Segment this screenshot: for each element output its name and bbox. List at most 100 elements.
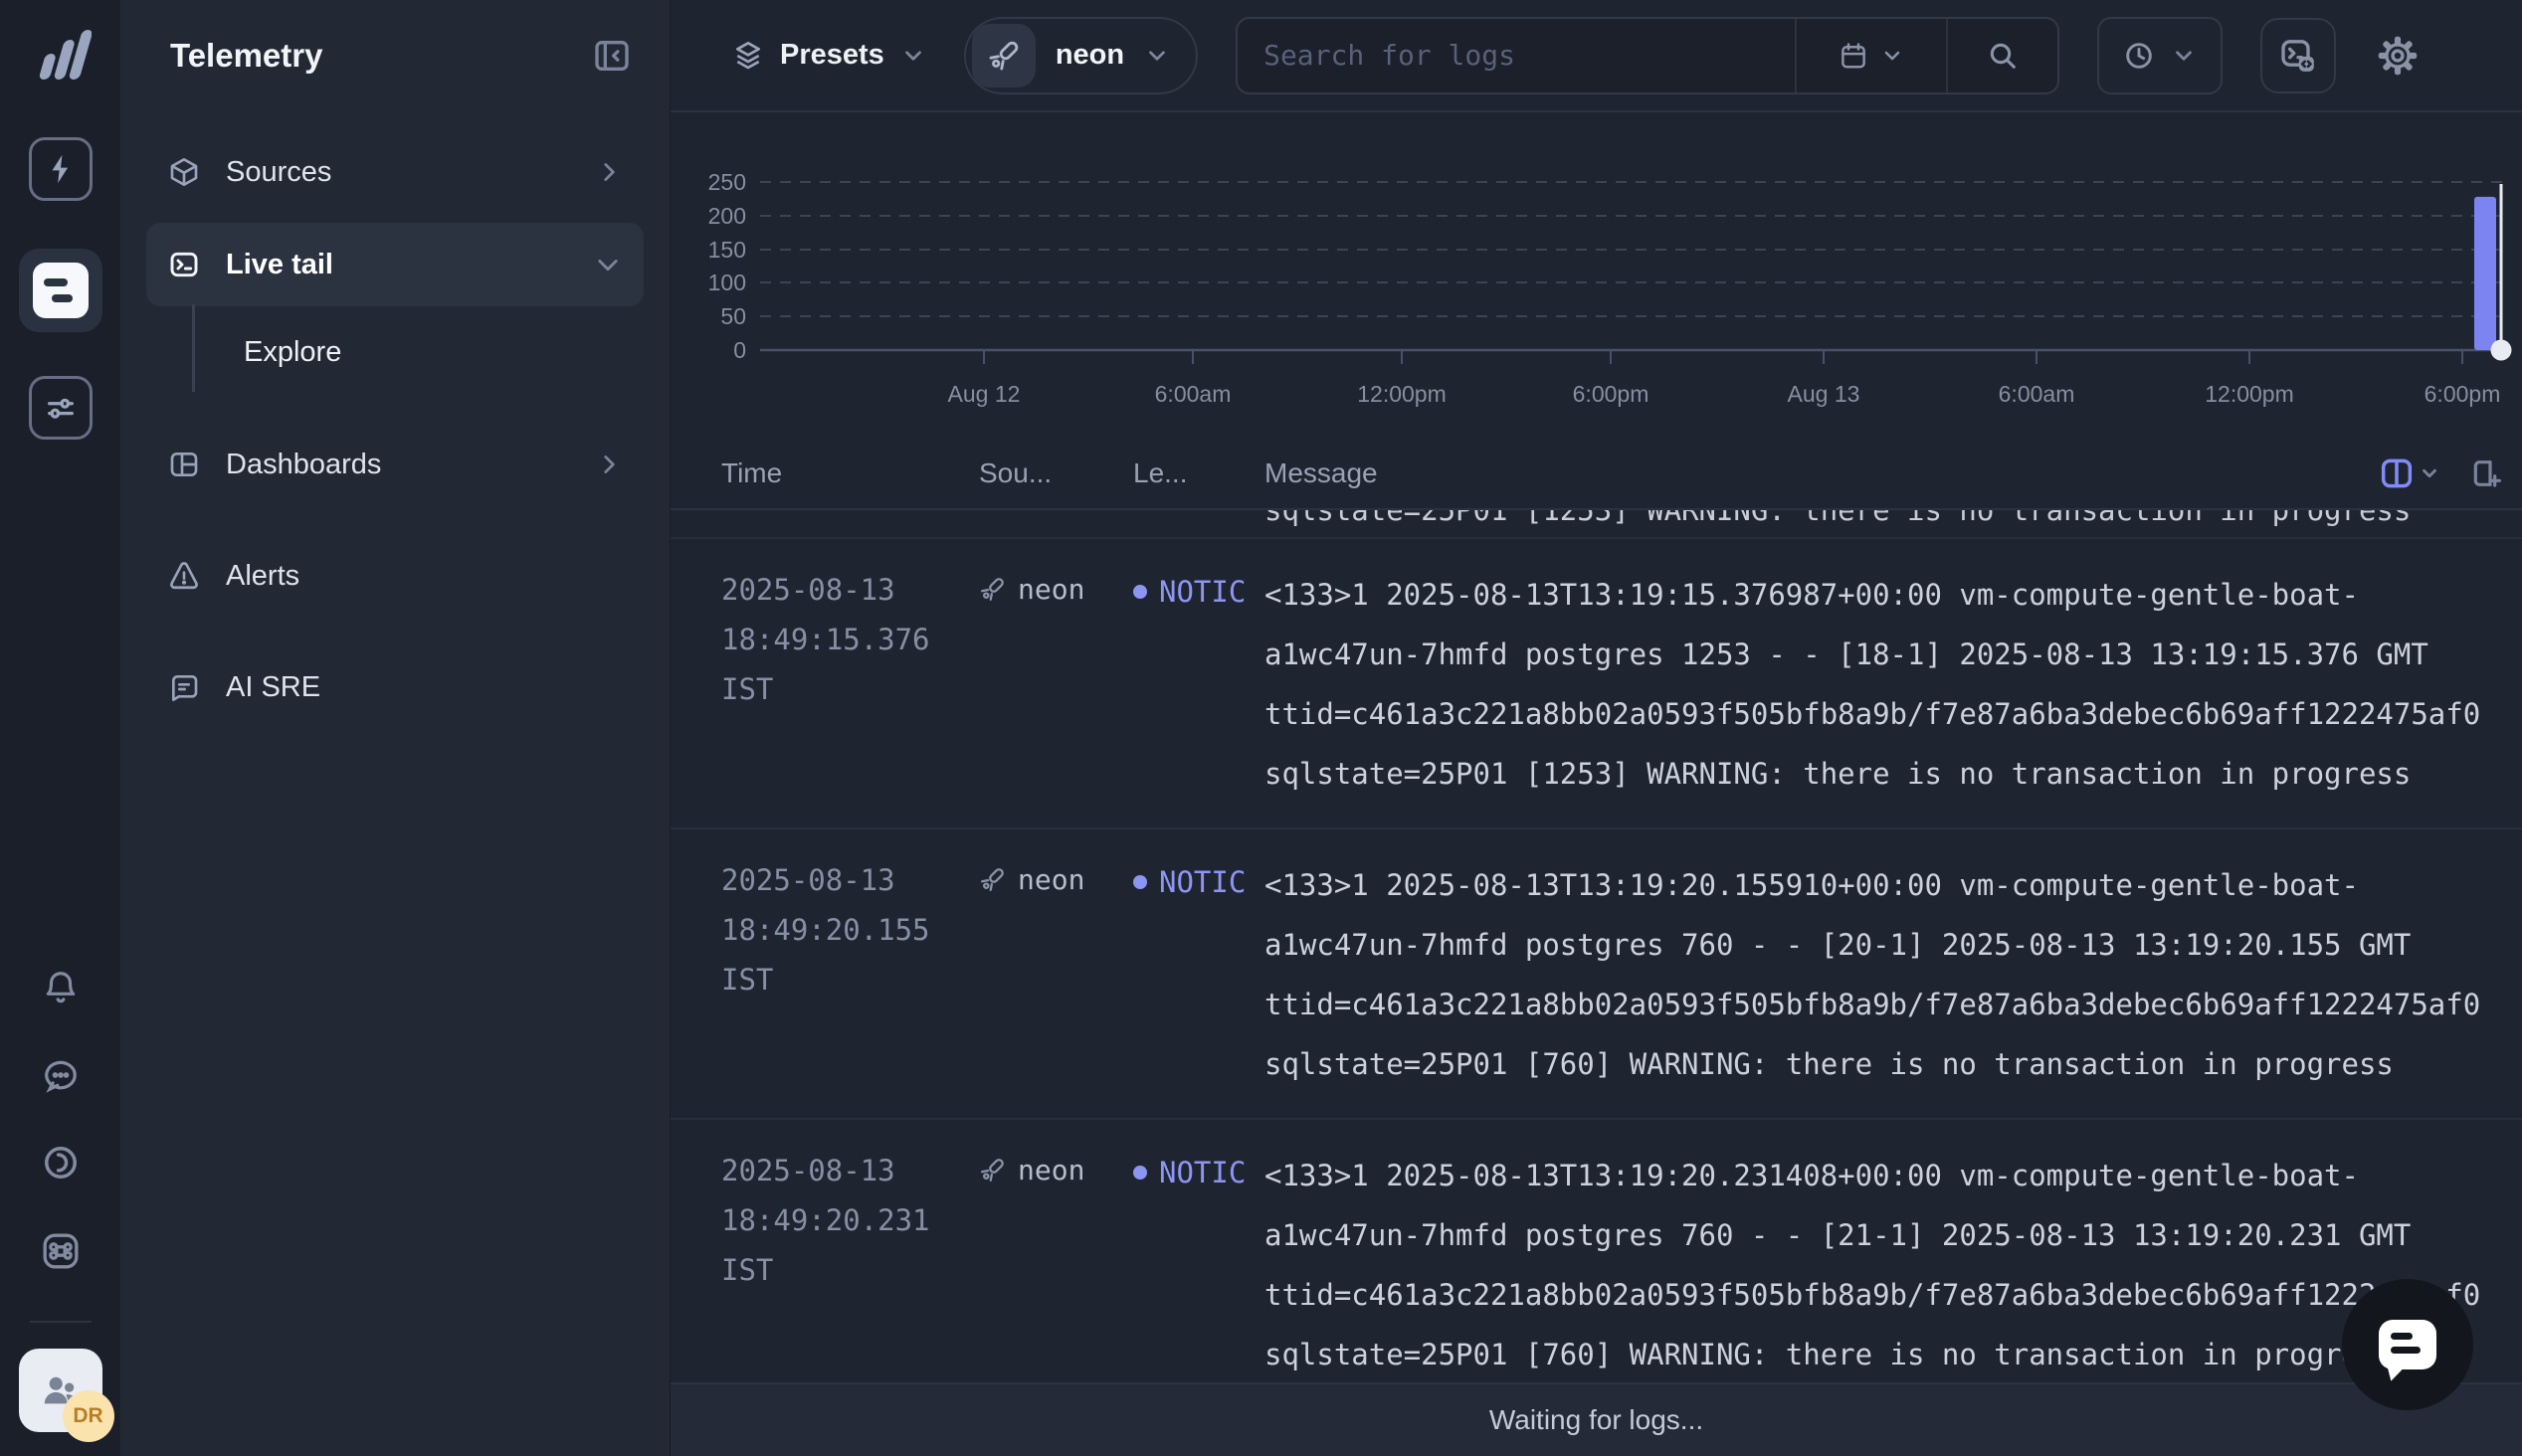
main-content: Presets neon	[671, 0, 2522, 1456]
sidebar-item-alerts[interactable]: Alerts	[146, 539, 644, 613]
notifications-bell-icon[interactable]	[42, 969, 80, 1006]
column-layout-button[interactable]	[2381, 458, 2440, 488]
sidebar-subitem-label: Explore	[244, 336, 341, 369]
sidebar-item-dashboards[interactable]: Dashboards	[146, 428, 644, 501]
sidebar-item-ai-sre[interactable]: AI SRE	[146, 650, 644, 724]
rail-logs-button[interactable]	[19, 249, 102, 332]
sidebar-item-live-tail[interactable]: Live tail	[146, 223, 644, 306]
rail-divider	[30, 1321, 92, 1323]
antenna-icon	[979, 1157, 1006, 1183]
source-selector[interactable]: neon	[964, 17, 1198, 94]
columns-icon	[2381, 458, 2413, 488]
rail-lightning-button[interactable]	[29, 137, 93, 201]
search-input[interactable]	[1238, 19, 1795, 92]
svg-text:0: 0	[733, 337, 746, 363]
presets-button[interactable]: Presets	[732, 39, 926, 72]
svg-text:6:00am: 6:00am	[1155, 381, 1232, 407]
log-row[interactable]: 2025-08-1318:49:15.376IST neon NOTIC <13…	[671, 539, 2522, 829]
api-query-button[interactable]	[2260, 18, 2336, 93]
collapse-sidebar-icon[interactable]	[592, 36, 632, 76]
svg-text:6:00pm: 6:00pm	[1573, 381, 1649, 407]
chevron-down-icon	[1880, 44, 1904, 68]
middleware-logo-icon[interactable]	[30, 26, 92, 80]
clock-icon	[2123, 40, 2155, 72]
log-message: <133>1 2025-08-13T13:19:20.155910+00:00 …	[1264, 855, 2522, 1094]
antenna-icon	[979, 576, 1006, 603]
user-avatar[interactable]: DR	[19, 1349, 102, 1432]
top-toolbar: Presets neon	[671, 0, 2522, 112]
cube-icon	[168, 156, 200, 188]
terminal-code-icon	[2278, 36, 2318, 76]
theme-contrast-icon[interactable]	[42, 1144, 80, 1182]
column-header-source: Sou...	[979, 457, 1133, 489]
app-window: DR Telemetry Sources	[0, 0, 2522, 1456]
command-menu-icon[interactable]	[41, 1231, 81, 1271]
log-message: <133>1 2025-08-13T13:19:15.376987+00:00 …	[1264, 565, 2522, 804]
page-title: Telemetry	[170, 37, 322, 75]
log-volume-bar[interactable]	[2474, 197, 2496, 350]
add-column-button[interactable]	[2470, 457, 2502, 489]
run-search-button[interactable]	[1946, 19, 2057, 92]
chevron-right-icon	[596, 159, 622, 185]
sidebar-item-label: Alerts	[226, 560, 299, 593]
svg-text:250: 250	[708, 169, 746, 195]
waiting-status-text: Waiting for logs...	[1489, 1404, 1703, 1436]
y-axis-labels: 0 50 100 150 200 250	[708, 169, 746, 363]
log-row[interactable]: 2025-08-1318:49:20.231IST neon NOTIC <13…	[671, 1120, 2522, 1382]
log-volume-chart[interactable]: 0 50 100 150 200 250 Aug 12 6:00am 12:00…	[671, 112, 2522, 438]
svg-text:150: 150	[708, 237, 746, 263]
log-row[interactable]: 2025-08-1318:49:20.155IST neon NOTIC <13…	[671, 829, 2522, 1120]
log-level: NOTIC	[1133, 865, 1264, 899]
logs-icon	[33, 263, 89, 318]
left-rail: DR	[0, 0, 120, 1456]
x-axis-labels: Aug 12 6:00am 12:00pm 6:00pm Aug 13 6:00…	[948, 381, 2501, 407]
log-table-header: Time Sou... Le... Message	[671, 438, 2522, 510]
column-header-message: Message	[1264, 457, 1378, 489]
log-row-partial[interactable]: sqlstate=25P01 [1253] WARNING: there is …	[671, 510, 2522, 539]
settings-button[interactable]	[2378, 36, 2418, 76]
rail-sliders-button[interactable]	[29, 376, 93, 440]
sliders-icon	[44, 391, 78, 425]
time-range-button[interactable]	[2097, 17, 2223, 94]
calendar-icon	[1839, 41, 1868, 71]
sidebar-item-label: AI SRE	[226, 671, 320, 704]
level-dot	[1133, 875, 1147, 889]
tree-line	[192, 304, 195, 392]
live-cursor-handle[interactable]	[2491, 340, 2512, 361]
sidebar-item-sources[interactable]: Sources	[146, 135, 644, 209]
sidebar-item-explore[interactable]: Explore	[146, 306, 644, 398]
ai-chat-icon	[168, 671, 200, 703]
log-time: 2025-08-1318:49:20.231IST	[721, 1146, 979, 1295]
presets-label: Presets	[780, 39, 884, 72]
user-badge: DR	[63, 1390, 114, 1442]
terminal-icon	[168, 249, 200, 280]
warning-triangle-icon	[168, 560, 200, 592]
level-dot	[1133, 1166, 1147, 1180]
log-level: NOTIC	[1133, 1156, 1264, 1189]
svg-text:Aug 12: Aug 12	[948, 381, 1021, 407]
column-header-time: Time	[721, 457, 979, 489]
rail-bottom-group: DR	[19, 969, 102, 1432]
column-header-level: Le...	[1133, 457, 1264, 489]
log-time: 2025-08-1318:49:15.376IST	[721, 565, 979, 714]
feedback-chat-icon[interactable]	[42, 1056, 80, 1094]
search-icon	[1987, 40, 2019, 72]
chat-bubble-icon	[2379, 1320, 2436, 1369]
svg-text:6:00pm: 6:00pm	[2425, 381, 2501, 407]
source-selector-value: neon	[1056, 39, 1124, 72]
svg-text:12:00pm: 12:00pm	[2205, 381, 2294, 407]
chevron-down-icon	[1144, 43, 1170, 69]
sidebar-item-label: Live tail	[226, 249, 333, 281]
support-chat-button[interactable]	[2342, 1279, 2473, 1410]
log-message: <133>1 2025-08-13T13:19:20.231408+00:00 …	[1264, 1146, 2522, 1382]
antenna-icon	[972, 24, 1036, 88]
sidebar: Telemetry Sources Live tail	[120, 0, 671, 1456]
status-bar: Waiting for logs...	[671, 1382, 2522, 1456]
date-range-picker[interactable]	[1795, 19, 1946, 92]
layers-icon	[732, 40, 764, 72]
svg-text:200: 200	[708, 203, 746, 229]
svg-text:100: 100	[708, 270, 746, 295]
log-level: NOTIC	[1133, 575, 1264, 609]
log-time: 2025-08-1318:49:20.155IST	[721, 855, 979, 1004]
log-source: neon	[979, 1154, 1133, 1186]
